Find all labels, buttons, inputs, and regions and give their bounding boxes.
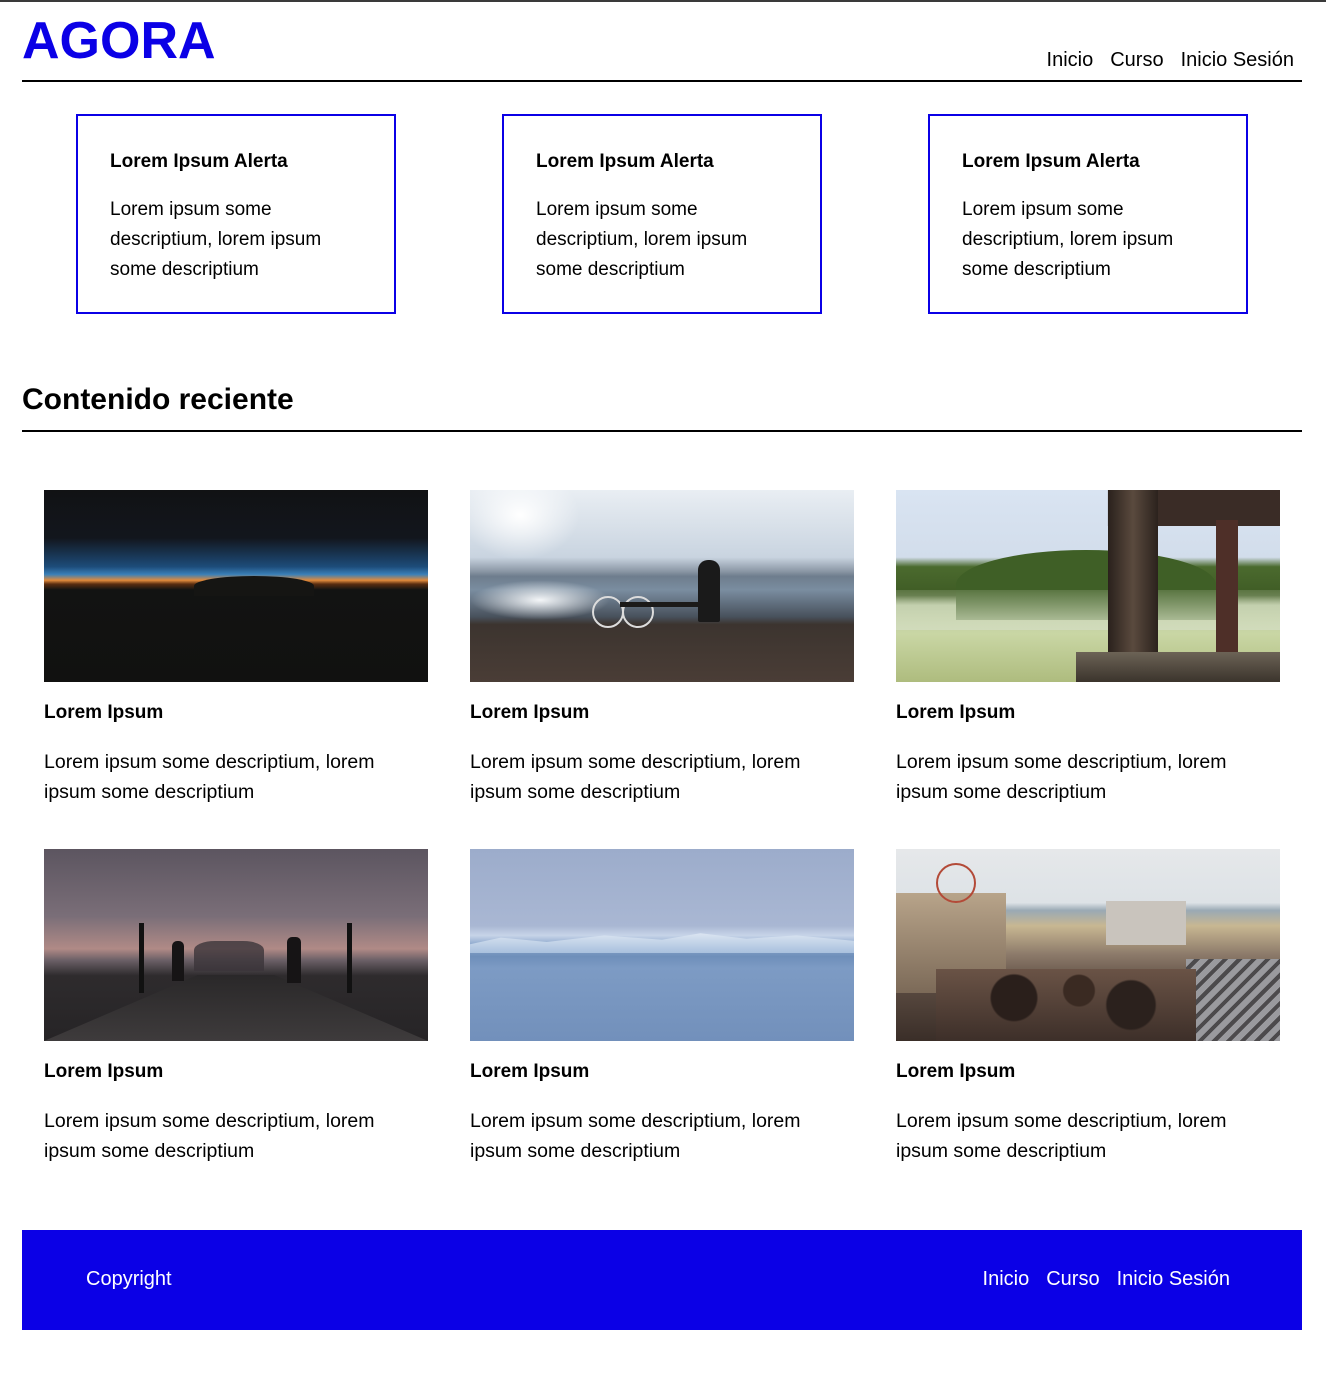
misty-lake-pier-photo[interactable] xyxy=(896,490,1280,682)
card-title: Lorem Ipsum xyxy=(470,1061,590,1082)
content-card[interactable]: Lorem Ipsum Lorem ipsum some descriptium… xyxy=(470,849,854,1166)
card-text: Lorem ipsum some descriptium, lorem ipsu… xyxy=(44,751,375,803)
card-text: Lorem ipsum some descriptium, lorem ipsu… xyxy=(896,751,1227,803)
card-text: Lorem ipsum some descriptium, lorem ipsu… xyxy=(470,1110,801,1162)
content-card[interactable]: Lorem Ipsum Lorem ipsum some descriptium… xyxy=(44,490,428,807)
alert-text: Lorem ipsum some descriptium, lorem ipsu… xyxy=(962,199,1174,280)
footer-link-curso[interactable]: Curso xyxy=(1046,1267,1099,1291)
alert-card: Lorem Ipsum Alerta Lorem ipsum some desc… xyxy=(76,114,396,314)
content-card[interactable]: Lorem Ipsum Lorem ipsum some descriptium… xyxy=(44,849,428,1166)
lake-bicycle-photo[interactable] xyxy=(470,490,854,682)
footer-nav: Inicio Curso Inicio Sesión xyxy=(983,1267,1230,1291)
copyright-text: Copyright xyxy=(86,1268,172,1290)
alert-text: Lorem ipsum some descriptium, lorem ipsu… xyxy=(110,199,322,280)
alerts-row: Lorem Ipsum Alerta Lorem ipsum some desc… xyxy=(76,114,1248,314)
recent-content-grid: Lorem Ipsum Lorem ipsum some descriptium… xyxy=(44,490,1280,1166)
content-card[interactable]: Lorem Ipsum Lorem ipsum some descriptium… xyxy=(470,490,854,807)
card-title: Lorem Ipsum xyxy=(44,702,164,723)
footer-link-inicio-sesion[interactable]: Inicio Sesión xyxy=(1117,1267,1230,1291)
card-title: Lorem Ipsum xyxy=(896,702,1016,723)
main-nav: Inicio Curso Inicio Sesión xyxy=(1047,48,1294,72)
alert-card: Lorem Ipsum Alerta Lorem ipsum some desc… xyxy=(928,114,1248,314)
alert-text: Lorem ipsum some descriptium, lorem ipsu… xyxy=(536,199,748,280)
section-title: Contenido reciente xyxy=(22,383,294,416)
nav-link-curso[interactable]: Curso xyxy=(1110,48,1163,72)
recent-section-header: Contenido reciente xyxy=(22,380,1302,432)
content-card[interactable]: Lorem Ipsum Lorem ipsum some descriptium… xyxy=(896,490,1280,807)
card-title: Lorem Ipsum xyxy=(44,1061,164,1082)
bridge-dusk-photo[interactable] xyxy=(44,849,428,1041)
nav-link-inicio[interactable]: Inicio xyxy=(1047,48,1094,72)
glacier-water-photo[interactable] xyxy=(470,849,854,1041)
card-title: Lorem Ipsum xyxy=(470,702,590,723)
card-text: Lorem ipsum some descriptium, lorem ipsu… xyxy=(44,1110,375,1162)
boardwalk-crowd-photo[interactable] xyxy=(896,849,1280,1041)
alert-card: Lorem Ipsum Alerta Lorem ipsum some desc… xyxy=(502,114,822,314)
footer-link-inicio[interactable]: Inicio xyxy=(983,1267,1030,1291)
alert-title: Lorem Ipsum Alerta xyxy=(536,151,714,172)
alert-title: Lorem Ipsum Alerta xyxy=(962,151,1140,172)
site-footer: Copyright Inicio Curso Inicio Sesión xyxy=(22,1230,1302,1330)
nav-link-inicio-sesion[interactable]: Inicio Sesión xyxy=(1181,48,1294,72)
content-card[interactable]: Lorem Ipsum Lorem ipsum some descriptium… xyxy=(896,849,1280,1166)
card-text: Lorem ipsum some descriptium, lorem ipsu… xyxy=(896,1110,1227,1162)
site-logo[interactable]: AGORA xyxy=(22,14,216,68)
alert-title: Lorem Ipsum Alerta xyxy=(110,151,288,172)
card-title: Lorem Ipsum xyxy=(896,1061,1016,1082)
site-header: AGORA Inicio Curso Inicio Sesión xyxy=(22,2,1302,82)
sunset-horizon-photo[interactable] xyxy=(44,490,428,682)
card-text: Lorem ipsum some descriptium, lorem ipsu… xyxy=(470,751,801,803)
